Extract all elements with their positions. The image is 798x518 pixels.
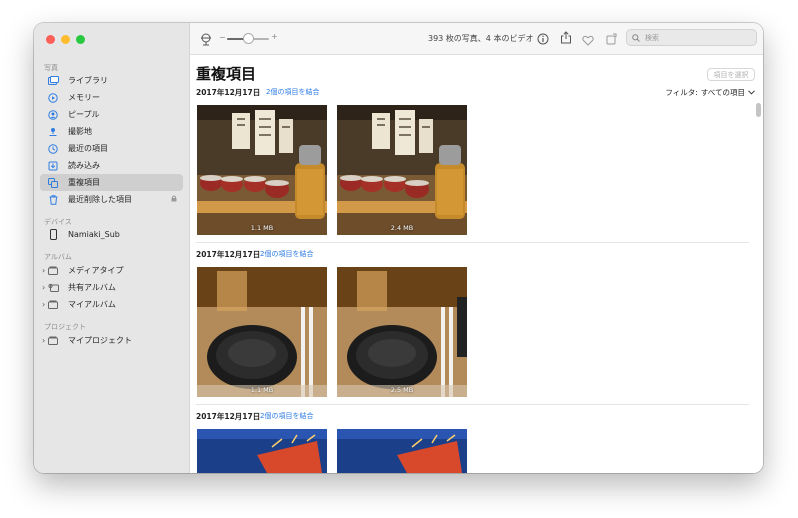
album-folder-icon — [46, 300, 60, 309]
zoom-out-button[interactable]: − — [219, 33, 226, 42]
merge-link[interactable]: 2個の項目を結合 — [260, 249, 313, 259]
sidebar-item-label: マイアルバム — [68, 300, 116, 309]
condiment-jars-image — [337, 105, 467, 235]
sidebar: 写真 ライブラリ メモリー ピープル 撮影地 最近の項目 読み込み 重複項目 最… — [34, 23, 190, 473]
group-date: 2017年12月17日 — [196, 88, 261, 97]
share-icon[interactable] — [560, 29, 572, 48]
chevron-right-icon[interactable]: › — [42, 283, 45, 292]
fullscreen-window-button[interactable] — [76, 35, 85, 44]
select-items-button[interactable]: 項目を選択 — [707, 68, 755, 81]
sidebar-item-device[interactable]: Namiaki_Sub — [40, 226, 183, 243]
bookstore-sign-image — [337, 429, 467, 473]
trash-icon — [46, 194, 60, 205]
sidebar-item-label: ライブラリ — [68, 76, 108, 85]
sidebar-item-label: Namiaki_Sub — [68, 230, 120, 239]
rotate-square-icon[interactable] — [606, 30, 618, 49]
photo-thumbnail[interactable] — [337, 429, 467, 473]
file-size-label: 1.1 MB — [250, 386, 274, 394]
sidebar-item-label: メモリー — [68, 93, 100, 102]
chevron-right-icon[interactable]: › — [42, 336, 45, 345]
main-content: 重複項目 項目を選択 フィルタ: すべての項目 2017年12月17日 2個の項… — [190, 55, 763, 473]
sidebar-item-places[interactable]: 撮影地 — [40, 123, 183, 140]
chevron-right-icon[interactable]: › — [42, 266, 45, 275]
sidebar-item-library[interactable]: ライブラリ — [40, 72, 183, 89]
search-field[interactable] — [626, 29, 757, 46]
section-header-albums: アルバム — [44, 253, 72, 261]
ramen-bowl-image — [337, 267, 467, 397]
memories-icon — [46, 92, 60, 103]
group-date: 2017年12月17日 — [196, 250, 261, 259]
sidebar-item-label: メディアタイプ — [68, 266, 124, 275]
sidebar-item-shared-albums[interactable]: › 共有アルバム — [40, 279, 183, 296]
sidebar-item-label: 最近削除した項目 — [68, 195, 132, 204]
duplicates-icon — [46, 177, 60, 188]
library-icon — [46, 76, 60, 85]
lock-icon — [171, 195, 177, 204]
heart-icon[interactable] — [582, 31, 594, 50]
sidebar-item-recently-deleted[interactable]: 最近削除した項目 — [40, 191, 183, 208]
group-divider — [196, 404, 749, 405]
filter-label: フィルタ: — [665, 88, 698, 97]
photo-thumbnail[interactable]: 2.5 MB — [337, 267, 467, 397]
group-divider — [196, 242, 749, 243]
file-size-label: 2.5 MB — [390, 386, 414, 394]
sidebar-item-label: 撮影地 — [68, 127, 92, 136]
shared-album-icon — [46, 283, 60, 292]
sidebar-item-my-projects[interactable]: › マイプロジェクト — [40, 332, 183, 349]
sidebar-item-label: ピープル — [68, 110, 100, 119]
ramen-bowl-image — [197, 267, 327, 397]
recents-icon — [46, 143, 60, 154]
album-folder-icon — [46, 266, 60, 275]
info-icon[interactable] — [537, 30, 549, 49]
zoom-in-button[interactable]: + — [271, 32, 278, 41]
photo-thumbnail[interactable]: 1.1 MB — [197, 267, 327, 397]
section-header-projects: プロジェクト — [44, 323, 86, 331]
sidebar-item-my-albums[interactable]: › マイアルバム — [40, 296, 183, 313]
scrollbar[interactable] — [756, 103, 761, 117]
sidebar-item-people[interactable]: ピープル — [40, 106, 183, 123]
merge-link[interactable]: 2個の項目を結合 — [260, 411, 313, 421]
chevron-down-icon — [748, 90, 755, 95]
minimize-window-button[interactable] — [61, 35, 70, 44]
photos-window: 写真 ライブラリ メモリー ピープル 撮影地 最近の項目 読み込み 重複項目 最… — [34, 23, 763, 473]
condiment-jars-image — [197, 105, 327, 235]
sidebar-item-label: 重複項目 — [68, 178, 100, 187]
zoom-slider-knob[interactable] — [243, 34, 253, 43]
search-input[interactable] — [645, 33, 745, 42]
group-date: 2017年12月17日 — [196, 412, 261, 421]
project-folder-icon — [46, 336, 60, 345]
photo-thumbnail[interactable] — [197, 429, 327, 473]
sidebar-item-label: 読み込み — [68, 161, 100, 170]
sidebar-item-label: マイプロジェクト — [68, 336, 132, 345]
merge-link[interactable]: 2個の項目を結合 — [266, 87, 319, 97]
page-title: 重複項目 — [196, 65, 257, 83]
photo-thumbnail[interactable]: 1.1 MB — [197, 105, 327, 235]
iphone-icon — [46, 229, 60, 240]
chevron-right-icon[interactable]: › — [42, 300, 45, 309]
sidebar-item-label: 共有アルバム — [68, 283, 116, 292]
places-icon — [46, 127, 60, 137]
close-window-button[interactable] — [46, 35, 55, 44]
sidebar-item-media-types[interactable]: › メディアタイプ — [40, 262, 183, 279]
imports-icon — [46, 161, 60, 171]
sidebar-item-imports[interactable]: 読み込み — [40, 157, 183, 174]
sidebar-item-duplicates[interactable]: 重複項目 — [40, 174, 183, 191]
sidebar-item-label: 最近の項目 — [68, 144, 108, 153]
file-size-label: 2.4 MB — [390, 224, 414, 232]
search-icon — [632, 33, 640, 42]
people-icon — [46, 109, 60, 120]
window-controls — [46, 35, 85, 44]
library-count: 393 枚の写真、4 本のビデオ — [428, 34, 534, 43]
filter-menu[interactable]: フィルタ: すべての項目 — [665, 87, 755, 98]
filter-value: すべての項目 — [700, 88, 745, 97]
file-size-label: 1.1 MB — [250, 224, 274, 232]
toolbar: − + 393 枚の写真、4 本のビデオ — [190, 23, 763, 55]
sidebar-item-memories[interactable]: メモリー — [40, 89, 183, 106]
photo-thumbnail[interactable]: 2.4 MB — [337, 105, 467, 235]
rotate-icon[interactable] — [200, 31, 212, 50]
bookstore-sign-image — [197, 429, 327, 473]
sidebar-item-recents[interactable]: 最近の項目 — [40, 140, 183, 157]
